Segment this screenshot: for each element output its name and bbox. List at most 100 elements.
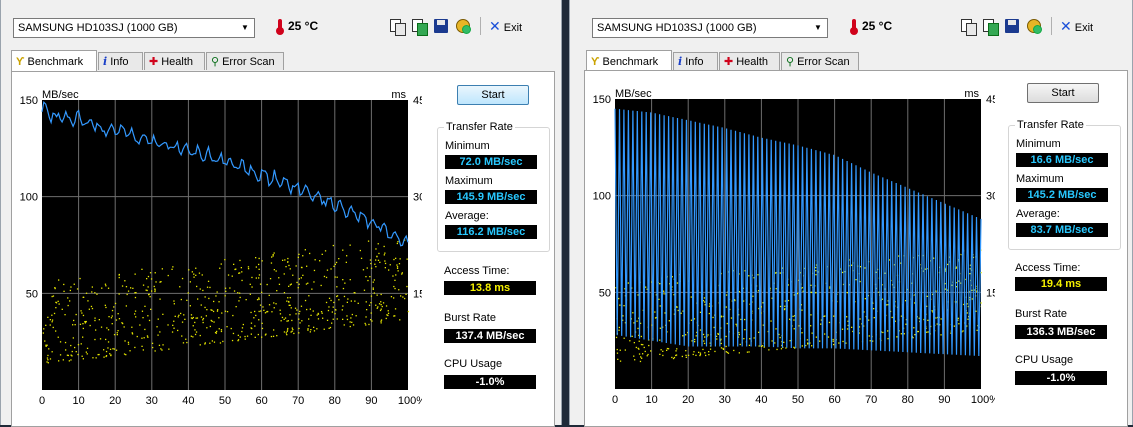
exit-button[interactable]: ✕ Exit bbox=[1060, 17, 1093, 37]
access-time-point bbox=[87, 300, 89, 302]
access-time-point bbox=[195, 317, 197, 319]
access-time-point bbox=[300, 305, 303, 307]
tab-benchmark[interactable]: ϒ Benchmark bbox=[586, 50, 672, 71]
access-time-point bbox=[720, 347, 723, 349]
access-time-point bbox=[868, 335, 870, 337]
tab-error-scan[interactable]: ⚲ Error Scan bbox=[781, 52, 859, 70]
access-time-point bbox=[216, 330, 218, 333]
access-time-point bbox=[204, 296, 206, 298]
access-time-point bbox=[147, 315, 149, 317]
access-time-point bbox=[144, 305, 146, 307]
access-time-point bbox=[107, 329, 110, 331]
access-time-point bbox=[372, 288, 374, 290]
access-time-point bbox=[286, 300, 288, 302]
access-time-point bbox=[286, 330, 288, 333]
access-time-point bbox=[733, 349, 735, 352]
access-time-point bbox=[329, 326, 332, 329]
access-time-point bbox=[338, 258, 340, 260]
save-icon[interactable] bbox=[1003, 17, 1021, 35]
access-time-point bbox=[704, 336, 706, 338]
access-time-point bbox=[806, 339, 809, 341]
access-time-point bbox=[633, 342, 635, 344]
access-time-point bbox=[105, 306, 107, 309]
save-icon[interactable] bbox=[432, 17, 450, 35]
access-time-point bbox=[292, 328, 294, 331]
access-time-point bbox=[44, 340, 46, 342]
access-time-point bbox=[195, 267, 197, 269]
tab-health[interactable]: ✚ Health bbox=[719, 52, 780, 70]
tab-info[interactable]: i Info bbox=[98, 52, 143, 70]
tab-health[interactable]: ✚ Health bbox=[144, 52, 205, 70]
access-time-point bbox=[281, 316, 284, 319]
access-time-point bbox=[372, 287, 374, 289]
copy-screenshot-icon[interactable] bbox=[981, 17, 999, 36]
copy-screenshot-icon[interactable] bbox=[410, 17, 428, 36]
access-time-point bbox=[947, 263, 949, 266]
access-time-point bbox=[940, 334, 942, 336]
access-time-point bbox=[49, 324, 51, 326]
access-time-point bbox=[654, 311, 656, 313]
start-button[interactable]: Start bbox=[1027, 83, 1099, 103]
access-time-point bbox=[722, 348, 725, 350]
drive-select[interactable]: SAMSUNG HD103SJ (1000 GB) ▼ bbox=[592, 18, 828, 38]
access-time-point bbox=[823, 315, 825, 317]
access-time-point bbox=[241, 327, 244, 329]
access-time-point bbox=[395, 274, 397, 276]
access-time-point bbox=[292, 274, 294, 276]
exit-button[interactable]: ✕ Exit bbox=[489, 17, 522, 37]
copy-info-icon[interactable] bbox=[388, 17, 406, 36]
access-time-point bbox=[739, 343, 741, 346]
options-icon[interactable] bbox=[454, 17, 472, 35]
access-time-point bbox=[224, 310, 227, 312]
chevron-down-icon[interactable]: ▼ bbox=[811, 21, 825, 35]
tab-error-scan[interactable]: ⚲ Error Scan bbox=[206, 52, 284, 70]
options-icon[interactable] bbox=[1025, 17, 1043, 35]
access-time-point bbox=[370, 319, 372, 321]
access-time-point bbox=[833, 343, 835, 346]
access-time-point bbox=[396, 242, 398, 245]
access-time-point bbox=[104, 283, 107, 285]
access-time-point bbox=[258, 277, 260, 279]
drive-select[interactable]: SAMSUNG HD103SJ (1000 GB) ▼ bbox=[13, 18, 255, 38]
tab-info[interactable]: i Info bbox=[673, 52, 718, 70]
access-time-point bbox=[810, 291, 812, 293]
access-time-point bbox=[289, 297, 291, 299]
access-time-point bbox=[46, 357, 49, 359]
access-time-point bbox=[743, 338, 745, 340]
access-time-point bbox=[212, 310, 215, 313]
access-time-point bbox=[717, 332, 719, 335]
access-time-point bbox=[157, 318, 159, 320]
access-time-point bbox=[820, 323, 822, 325]
cpu-usage-value: -1.0% bbox=[1015, 371, 1107, 385]
access-time-point bbox=[49, 319, 51, 321]
copy-info-icon[interactable] bbox=[959, 17, 977, 36]
access-time-point bbox=[180, 298, 182, 301]
access-time-point bbox=[313, 269, 316, 272]
access-time-point bbox=[676, 306, 678, 308]
access-time-point bbox=[342, 305, 344, 307]
access-time-point bbox=[149, 296, 151, 298]
access-time-point bbox=[218, 317, 220, 319]
chevron-down-icon[interactable]: ▼ bbox=[238, 21, 252, 35]
access-time-point bbox=[200, 304, 202, 306]
access-time-point bbox=[373, 279, 375, 281]
access-time-point bbox=[365, 324, 367, 326]
access-time-point bbox=[148, 294, 150, 296]
access-time-point bbox=[199, 334, 201, 337]
access-time-point bbox=[779, 305, 782, 308]
access-time-point bbox=[121, 322, 123, 324]
access-time-point bbox=[687, 354, 690, 356]
access-time-point bbox=[255, 257, 257, 259]
start-button[interactable]: Start bbox=[457, 85, 529, 105]
tab-benchmark[interactable]: ϒ Benchmark bbox=[11, 50, 97, 71]
access-time-point bbox=[108, 316, 110, 318]
access-time-point bbox=[227, 274, 230, 276]
access-time-point bbox=[254, 325, 256, 327]
access-time-point bbox=[256, 299, 259, 301]
access-time-point bbox=[326, 319, 329, 321]
access-time-point bbox=[266, 283, 268, 286]
burst-rate-value: 136.3 MB/sec bbox=[1015, 325, 1107, 339]
access-time-point bbox=[864, 298, 866, 300]
access-time-point bbox=[913, 327, 915, 329]
access-time-point bbox=[188, 269, 190, 271]
